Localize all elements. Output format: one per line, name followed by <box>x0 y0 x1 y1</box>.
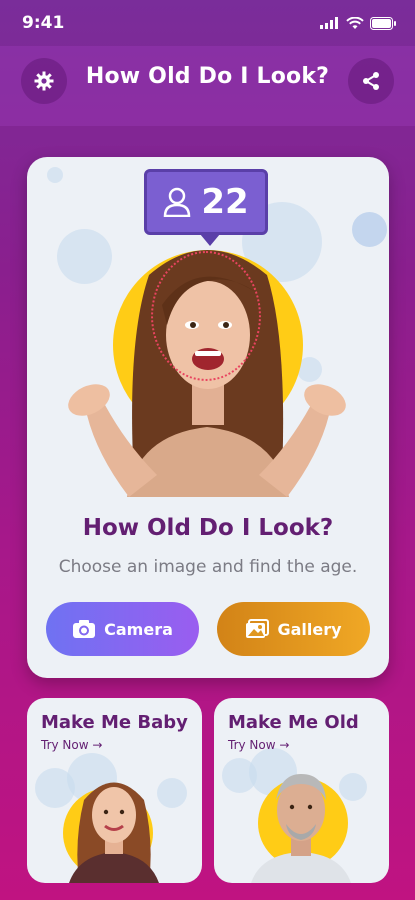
share-button[interactable] <box>348 58 394 104</box>
status-time: 9:41 <box>22 13 65 33</box>
make-me-baby-card[interactable]: Make Me Baby Try Now → <box>27 698 202 883</box>
gallery-icon <box>246 619 270 638</box>
camera-label: Camera <box>104 619 173 639</box>
signal-icon <box>320 17 338 29</box>
battery-icon <box>370 16 396 30</box>
try-now-link[interactable]: Try Now → <box>228 738 289 752</box>
young-woman-photo <box>69 782 159 883</box>
decor-bubble <box>352 212 387 247</box>
card-subtitle: Choose an image and find the age. <box>58 557 358 577</box>
feature-title: Make Me Baby <box>41 712 188 733</box>
estimated-age: 22 <box>201 182 249 222</box>
feature-title: Make Me Old <box>228 712 359 733</box>
gallery-button[interactable]: Gallery <box>217 602 370 656</box>
status-icons <box>320 16 397 30</box>
make-me-old-card[interactable]: Make Me Old Try Now → <box>214 698 389 883</box>
age-badge: 22 <box>144 169 268 246</box>
gallery-label: Gallery <box>277 619 342 639</box>
decor-bubble <box>47 167 63 183</box>
wifi-icon <box>346 16 364 29</box>
try-now-link[interactable]: Try Now → <box>41 738 102 752</box>
card-title: How Old Do I Look? <box>82 515 334 541</box>
person-icon <box>164 187 191 217</box>
share-icon <box>363 72 379 90</box>
old-man-photo <box>251 774 351 883</box>
age-estimator-card: 22 How Old Do I Look? Choose an image an… <box>27 157 389 678</box>
status-bar: 9:41 <box>0 0 415 46</box>
face-detection-outline <box>151 251 261 381</box>
camera-button[interactable]: Camera <box>46 602 199 656</box>
camera-icon <box>73 620 96 638</box>
